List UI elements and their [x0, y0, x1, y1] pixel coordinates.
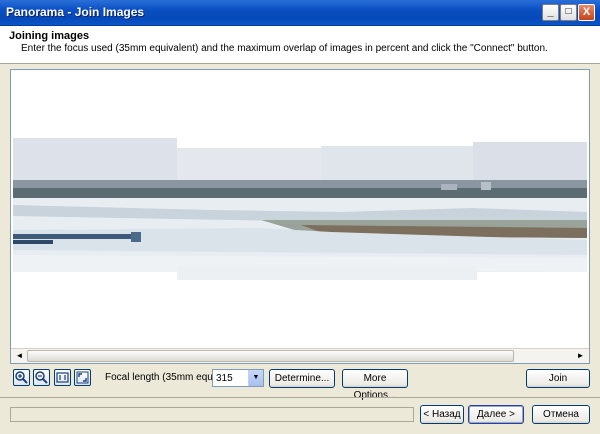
wizard-header: Joining images Enter the focus used (35m… [0, 26, 600, 64]
join-button[interactable]: Join [526, 369, 590, 388]
fit-window-button[interactable] [74, 369, 91, 386]
window-title: Panorama - Join Images [6, 5, 145, 19]
horizontal-scrollbar[interactable]: ◄ ► [11, 348, 589, 363]
progress-bar [10, 407, 414, 422]
panorama-image [13, 138, 587, 280]
scroll-right-icon[interactable]: ► [573, 349, 588, 363]
footer-divider [0, 397, 600, 398]
focal-length-select[interactable]: 315 ▼ [212, 369, 264, 387]
back-button[interactable]: < Назад [420, 405, 464, 424]
next-button[interactable]: Далее > [468, 405, 524, 424]
determine-button[interactable]: Determine... [269, 369, 335, 388]
focal-length-value: 315 [216, 373, 233, 384]
fit-window-icon [76, 371, 89, 384]
title-bar: Panorama - Join Images _ □ X [0, 0, 600, 26]
focal-length-label: Focal length (35mm equiv.): [105, 372, 229, 383]
zoom-in-icon [15, 371, 28, 384]
page-title: Joining images [9, 30, 90, 42]
close-button[interactable]: X [578, 4, 595, 21]
page-description: Enter the focus used (35mm equivalent) a… [21, 43, 548, 54]
zoom-out-icon [35, 371, 48, 384]
dropdown-arrow-icon[interactable]: ▼ [248, 370, 263, 386]
zoom-in-button[interactable] [13, 369, 30, 386]
maximize-button[interactable]: □ [560, 4, 577, 21]
minimize-button[interactable]: _ [542, 4, 559, 21]
actual-size-icon [56, 372, 69, 383]
zoom-out-button[interactable] [33, 369, 50, 386]
scroll-left-icon[interactable]: ◄ [12, 349, 27, 363]
scroll-thumb[interactable] [27, 350, 514, 362]
join-toolbar: Focal length (35mm equiv.): 315 ▼ Determ… [10, 369, 590, 401]
cancel-button[interactable]: Отмена [532, 405, 590, 424]
panorama-preview[interactable]: ◄ ► [10, 69, 590, 364]
more-options-button[interactable]: More Options... [342, 369, 408, 401]
actual-size-button[interactable] [54, 369, 71, 386]
